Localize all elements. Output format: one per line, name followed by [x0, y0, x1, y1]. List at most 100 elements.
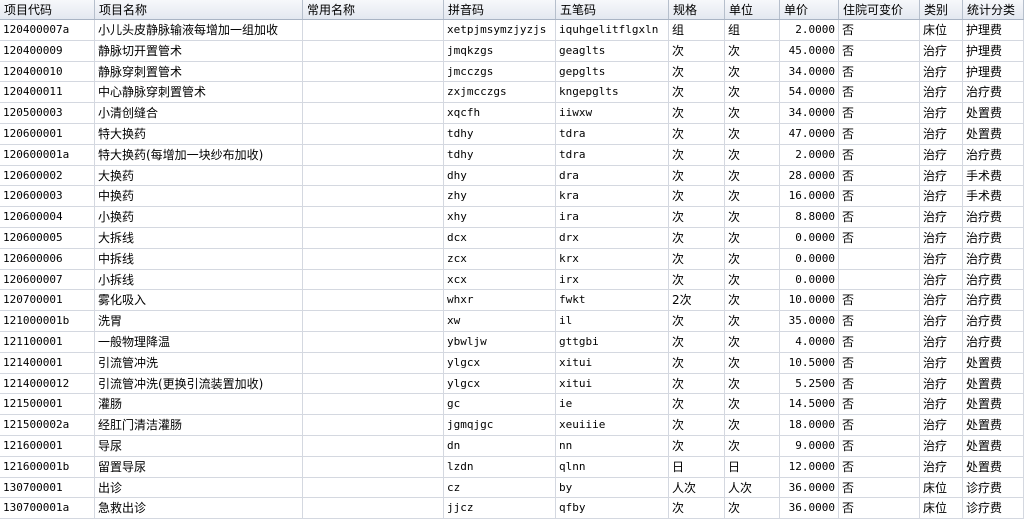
column-header-unit[interactable]: 单位 — [725, 0, 780, 19]
cell-spec[interactable]: 次 — [669, 82, 725, 103]
cell-stat-class[interactable]: 手术费 — [963, 165, 1024, 186]
cell-stat-class[interactable]: 处置费 — [963, 103, 1024, 123]
cell-price[interactable]: 5.2500 — [780, 373, 839, 394]
cell-category[interactable]: 床位 — [920, 477, 963, 498]
cell-price[interactable]: 10.0000 — [780, 290, 839, 311]
table-row[interactable]: 121100001 一般物理降温 ybwljw gttgbi 次次 4.0000 否治疗 治疗… — [0, 331, 1024, 353]
table-row[interactable]: 120600003 中换药 zhy kra 次次 16.0000 否治疗 手术费 — [0, 186, 1024, 208]
cell-common-name[interactable] — [303, 394, 444, 415]
cell-pinyin[interactable]: jgmqjgc — [444, 415, 556, 435]
cell-stat-class[interactable]: 处置费 — [963, 394, 1024, 415]
cell-code[interactable]: 121100001 — [0, 331, 95, 352]
table-row[interactable]: 120600006 中拆线 zcx krx 次次 0.0000 治疗 治疗费 — [0, 248, 1024, 270]
cell-pinyin[interactable]: xhy — [444, 207, 556, 227]
cell-wubi[interactable]: tdra — [556, 144, 669, 165]
cell-code[interactable]: 121500001 — [0, 394, 95, 415]
cell-common-name[interactable] — [303, 415, 444, 435]
cell-variable[interactable]: 否 — [839, 207, 920, 227]
cell-category[interactable]: 治疗 — [920, 456, 963, 477]
cell-variable[interactable]: 否 — [839, 477, 920, 498]
cell-code[interactable]: 121600001b — [0, 456, 95, 477]
cell-unit[interactable]: 次 — [725, 311, 780, 331]
cell-wubi[interactable]: iquhgelitflgxln — [556, 20, 669, 40]
cell-code[interactable]: 130700001a — [0, 498, 95, 519]
cell-pinyin[interactable]: dhy — [444, 165, 556, 186]
cell-wubi[interactable]: xitui — [556, 373, 669, 394]
cell-spec[interactable]: 次 — [669, 61, 725, 82]
table-row[interactable]: 121600001 导尿 dn nn 次次 9.0000 否治疗 处置费 — [0, 435, 1024, 457]
cell-name[interactable]: 一般物理降温 — [95, 331, 303, 352]
cell-spec[interactable]: 日 — [669, 456, 725, 477]
cell-spec[interactable]: 次 — [669, 498, 725, 519]
column-header-variable[interactable]: 住院可变价 — [839, 0, 920, 19]
cell-category[interactable]: 治疗 — [920, 40, 963, 61]
cell-common-name[interactable] — [303, 61, 444, 82]
cell-common-name[interactable] — [303, 331, 444, 352]
cell-common-name[interactable] — [303, 103, 444, 123]
cell-wubi[interactable]: tdra — [556, 123, 669, 144]
cell-variable[interactable]: 否 — [839, 165, 920, 186]
cell-code[interactable]: 120600003 — [0, 186, 95, 207]
cell-stat-class[interactable]: 治疗费 — [963, 331, 1024, 352]
cell-price[interactable]: 34.0000 — [780, 61, 839, 82]
cell-pinyin[interactable]: xetpjmsymzjyzjs — [444, 20, 556, 40]
cell-spec[interactable]: 次 — [669, 435, 725, 456]
cell-price[interactable]: 4.0000 — [780, 331, 839, 352]
cell-pinyin[interactable]: zcx — [444, 248, 556, 269]
cell-wubi[interactable]: dra — [556, 165, 669, 186]
cell-code[interactable]: 1214000012 — [0, 373, 95, 394]
cell-stat-class[interactable]: 手术费 — [963, 186, 1024, 207]
cell-name[interactable]: 留置导尿 — [95, 456, 303, 477]
cell-spec[interactable]: 次 — [669, 186, 725, 207]
cell-common-name[interactable] — [303, 123, 444, 144]
cell-category[interactable]: 治疗 — [920, 165, 963, 186]
cell-common-name[interactable] — [303, 290, 444, 311]
table-row[interactable]: 130700001 出诊 cz by 人次 人次 36.0000 否床位 诊疗费 — [0, 477, 1024, 499]
cell-category[interactable]: 治疗 — [920, 311, 963, 331]
cell-spec[interactable]: 次 — [669, 165, 725, 186]
cell-common-name[interactable] — [303, 144, 444, 165]
cell-spec[interactable]: 次 — [669, 40, 725, 61]
column-header-price[interactable]: 单价 — [780, 0, 839, 19]
cell-price[interactable]: 34.0000 — [780, 103, 839, 123]
cell-price[interactable]: 16.0000 — [780, 186, 839, 207]
table-row[interactable]: 1214000012 引流管冲洗(更换引流装置加收) ylgcx xitui 次次 5.2… — [0, 373, 1024, 395]
cell-name[interactable]: 引流管冲洗(更换引流装置加收) — [95, 373, 303, 394]
cell-spec[interactable]: 次 — [669, 352, 725, 373]
table-row[interactable]: 121600001b 留置导尿 lzdn qlnn 日日 12.0000 否治疗 处置费 — [0, 456, 1024, 478]
cell-variable[interactable]: 否 — [839, 103, 920, 123]
cell-wubi[interactable]: kngepglts — [556, 82, 669, 103]
column-header-category[interactable]: 类别 — [920, 0, 963, 19]
cell-wubi[interactable]: drx — [556, 227, 669, 248]
cell-name[interactable]: 中拆线 — [95, 248, 303, 269]
cell-name[interactable]: 出诊 — [95, 477, 303, 498]
table-row[interactable]: 120400009 静脉切开置管术 jmqkzgs geaglts 次次 45.0000 否… — [0, 40, 1024, 62]
cell-wubi[interactable]: fwkt — [556, 290, 669, 311]
cell-price[interactable]: 36.0000 — [780, 477, 839, 498]
cell-category[interactable]: 治疗 — [920, 331, 963, 352]
cell-category[interactable]: 治疗 — [920, 186, 963, 207]
cell-name[interactable]: 引流管冲洗 — [95, 352, 303, 373]
cell-wubi[interactable]: xeuiiie — [556, 415, 669, 435]
cell-code[interactable]: 120600004 — [0, 207, 95, 227]
cell-category[interactable]: 治疗 — [920, 103, 963, 123]
cell-stat-class[interactable]: 治疗费 — [963, 269, 1024, 290]
cell-unit[interactable]: 次 — [725, 186, 780, 207]
cell-stat-class[interactable]: 治疗费 — [963, 311, 1024, 331]
cell-variable[interactable]: 否 — [839, 123, 920, 144]
cell-spec[interactable]: 次 — [669, 248, 725, 269]
cell-common-name[interactable] — [303, 248, 444, 269]
table-row[interactable]: 121500002a 经肛门清洁灌肠 jgmqjgc xeuiiie 次次 18.0000… — [0, 415, 1024, 436]
cell-unit[interactable]: 次 — [725, 352, 780, 373]
cell-pinyin[interactable]: tdhy — [444, 123, 556, 144]
cell-spec[interactable]: 次 — [669, 311, 725, 331]
column-header-common-name[interactable]: 常用名称 — [303, 0, 444, 19]
cell-name[interactable]: 小拆线 — [95, 269, 303, 290]
cell-name[interactable]: 特大换药(每增加一块纱布加收) — [95, 144, 303, 165]
cell-wubi[interactable]: xitui — [556, 352, 669, 373]
table-row[interactable]: 120500003 小清创缝合 xqcfh iiwxw 次次 34.0000 否治疗 处置费 — [0, 103, 1024, 124]
cell-name[interactable]: 经肛门清洁灌肠 — [95, 415, 303, 435]
cell-name[interactable]: 小换药 — [95, 207, 303, 227]
cell-code[interactable]: 130700001 — [0, 477, 95, 498]
column-header-code[interactable]: 项目代码 — [0, 0, 95, 19]
